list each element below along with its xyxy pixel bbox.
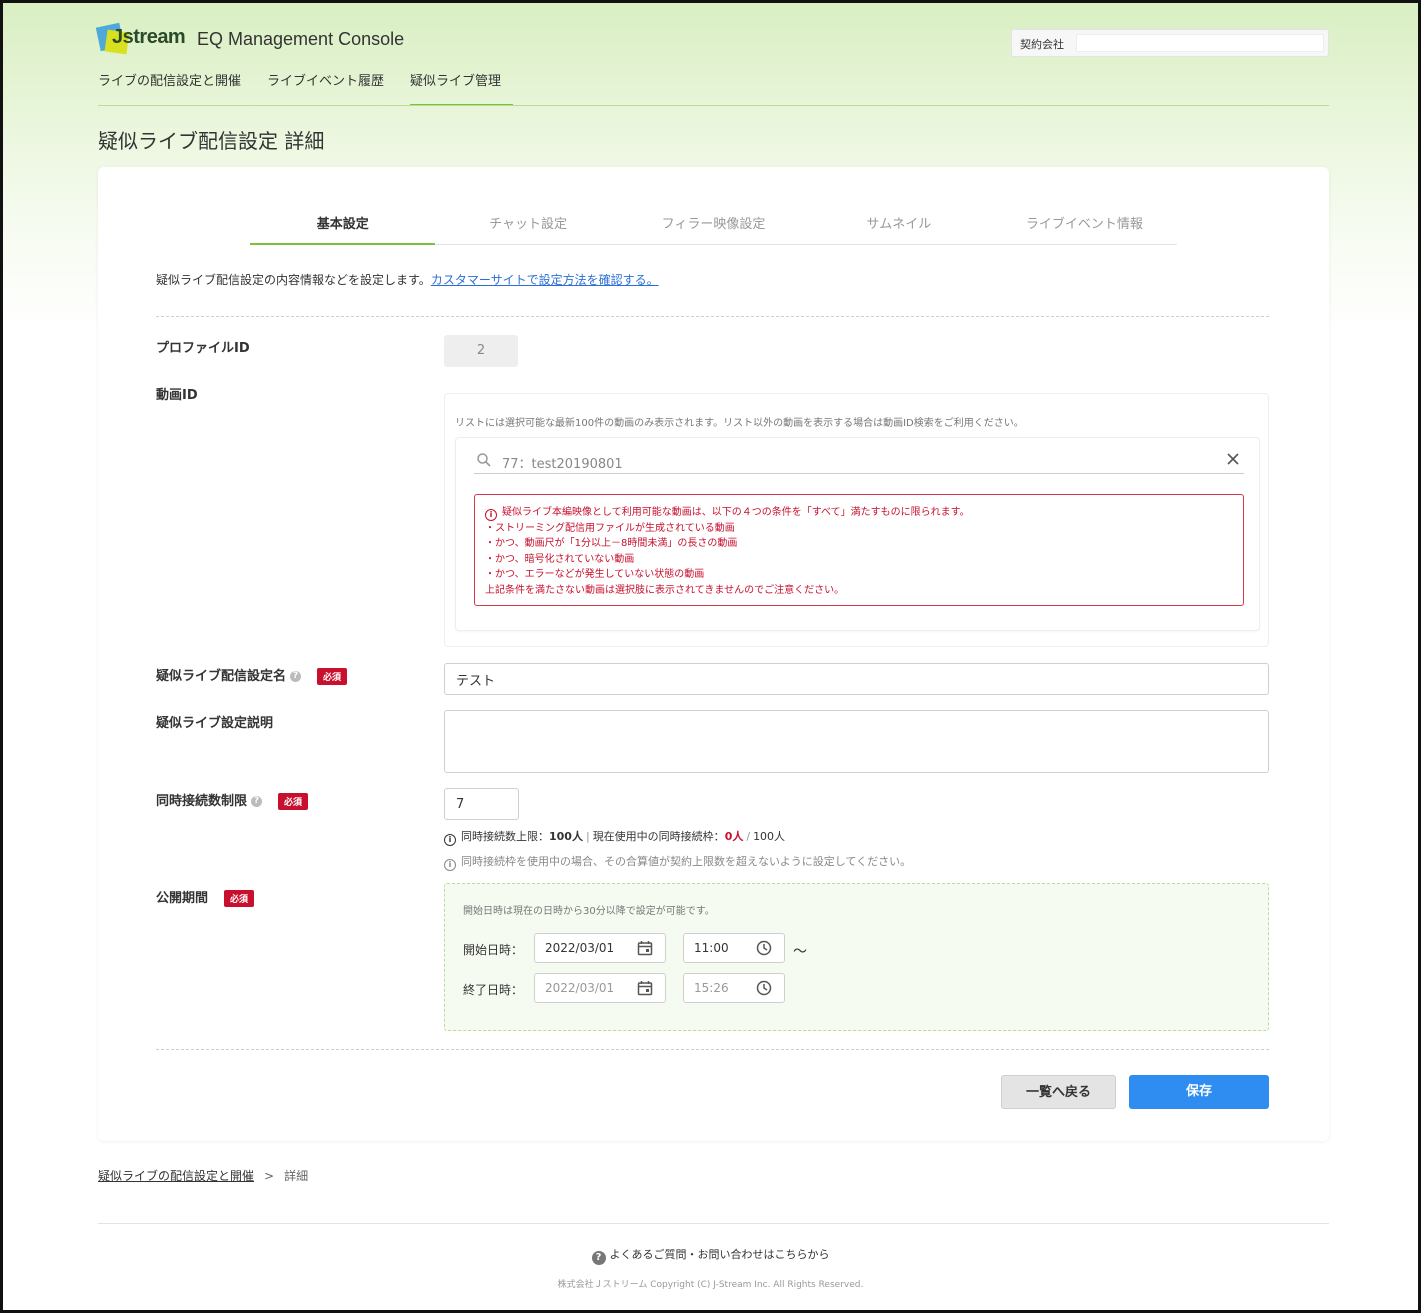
clear-icon[interactable]: [1226, 450, 1240, 471]
start-date-value: 2022/03/01: [545, 941, 615, 955]
info-slash: /: [746, 830, 751, 843]
publish-period-label-text: 公開期間: [156, 891, 209, 906]
warning-line: 上記条件を満たさない動画は選択肢に表示されてきませんのでご注意ください。: [485, 584, 845, 596]
help-icon[interactable]: ?: [290, 671, 302, 682]
breadcrumb-link-pseudo-live[interactable]: 疑似ライブの配信設定と開催: [98, 1169, 254, 1183]
current-usage-value: 0人: [724, 830, 744, 843]
customer-site-link[interactable]: カスタマーサイトで設定方法を確認する。: [431, 273, 659, 287]
settings-card: 基本設定 チャット設定 フィラー映像設定 サムネイル ライブイベント情報 疑似ラ…: [98, 167, 1329, 1141]
warning-line: ・かつ、暗号化されていない動画: [485, 553, 635, 565]
back-to-list-button[interactable]: 一覧へ戻る: [1001, 1075, 1116, 1109]
contract-company-field: [1076, 34, 1324, 52]
tab-live-event-info[interactable]: ライブイベント情報: [992, 199, 1177, 244]
start-datetime-label: 開始日時：: [463, 943, 524, 957]
period-note: 開始日時は現在の日時から30分以降で設定が可能です。: [463, 906, 715, 917]
contract-company-label: 契約会社: [1020, 38, 1064, 51]
footer-help-text: よくあるご質問・お問い合わせはこちらから: [609, 1248, 830, 1261]
warning-line: i 疑似ライブ本編映像として利用可能な動画は、以下の４つの条件を「すべて」満たすも…: [485, 505, 1233, 521]
end-datetime-label: 終了日時：: [463, 983, 524, 997]
required-badge: 必須: [224, 890, 255, 907]
concurrent-usage-info: i 同時接続数上限：100人 | 現在使用中の同時接続枠：0人/100人: [444, 828, 785, 846]
info-separator: |: [585, 830, 590, 843]
page-title: 疑似ライブ配信設定 詳細: [98, 129, 325, 153]
tab-filler[interactable]: フィラー映像設定: [621, 199, 806, 244]
publish-period-box: 開始日時は現在の日時から30分以降で設定が可能です。 開始日時： 2022/03…: [444, 883, 1269, 1031]
info-icon: i: [444, 834, 456, 846]
nav-item-live-history[interactable]: ライブイベント履歴: [267, 73, 396, 106]
section-divider-top: [156, 316, 1269, 317]
clock-icon[interactable]: [756, 940, 772, 959]
video-conditions-warning: i 疑似ライブ本編映像として利用可能な動画は、以下の４つの条件を「すべて」満たすも…: [474, 494, 1244, 606]
end-time-input[interactable]: 15:26: [683, 973, 785, 1003]
video-list-note: リストには選択可能な最新100件の動画のみ表示されます。リスト以外の動画を表示す…: [455, 418, 1024, 429]
warning-line: ・かつ、エラーなどが発生していない状態の動画: [485, 569, 705, 581]
question-icon: ?: [591, 1251, 606, 1265]
tab-basic[interactable]: 基本設定: [250, 199, 436, 245]
start-time-input[interactable]: 11:00: [683, 933, 785, 963]
main-nav: ライブの配信設定と開催 ライブイベント履歴 疑似ライブ管理: [98, 73, 527, 107]
tab-thumbnail[interactable]: サムネイル: [806, 199, 991, 244]
concurrent-limit-input[interactable]: 7: [444, 788, 519, 820]
nav-divider: [98, 105, 1329, 106]
breadcrumb: 疑似ライブの配信設定と開催 > 詳細: [98, 1167, 308, 1184]
profile-id-value: 2: [444, 335, 518, 367]
breadcrumb-separator: >: [264, 1169, 275, 1183]
publish-period-label: 公開期間 必須: [156, 887, 255, 907]
app-title: EQ Management Console: [197, 29, 405, 49]
warning-text: 疑似ライブ本編映像として利用可能な動画は、以下の４つの条件を「すべて」満たすもの…: [502, 507, 970, 518]
footer-help-link[interactable]: ? よくあるご質問・お問い合わせはこちらから: [3, 1246, 1418, 1265]
breadcrumb-current: 詳細: [284, 1169, 309, 1183]
upper-limit-label: 同時接続数上限：: [461, 830, 549, 843]
current-usage-label: 現在使用中の同時接続枠：: [592, 830, 725, 843]
copyright: 株式会社Ｊストリーム Copyright (C) J-Stream Inc. A…: [557, 1280, 864, 1290]
intro-text: 疑似ライブ配信設定の内容情報などを設定します。カスタマーサイトで設定方法を確認す…: [156, 271, 659, 288]
section-divider-bottom: [156, 1049, 1269, 1050]
video-select-panel: リストには選択可能な最新100件の動画のみ表示されます。リスト以外の動画を表示す…: [444, 393, 1269, 647]
end-date-input[interactable]: 2022/03/01: [534, 973, 666, 1003]
calendar-icon[interactable]: [637, 980, 653, 999]
upper-limit-value: 100人: [549, 830, 583, 843]
help-icon[interactable]: ?: [251, 796, 263, 807]
setting-name-label: 疑似ライブ配信設定名? 必須: [156, 665, 348, 685]
setting-description-textarea[interactable]: [444, 710, 1269, 773]
logo-text: Jstream: [112, 26, 186, 48]
warning-line: ・ストリーミング配信用ファイルが生成されている動画: [485, 523, 735, 534]
save-button[interactable]: 保存: [1129, 1075, 1269, 1109]
total-limit-value: 100人: [753, 830, 786, 843]
jstream-logo[interactable]: Jstream: [95, 21, 190, 57]
concurrent-hint: i 同時接続枠を使用中の場合、その合算値が契約上限数を超えないように設定してくださ…: [444, 853, 911, 871]
video-search-input[interactable]: 77：test20190801: [474, 446, 1244, 474]
end-time-value: 15:26: [694, 981, 729, 995]
end-date-value: 2022/03/01: [545, 981, 615, 995]
contract-company-box: 契約会社: [1011, 29, 1329, 57]
concurrent-limit-label: 同時接続数制限? 必須: [156, 790, 309, 810]
intro-description: 疑似ライブ配信設定の内容情報などを設定します。: [156, 273, 431, 287]
settings-tabs: 基本設定 チャット設定 フィラー映像設定 サムネイル ライブイベント情報: [250, 199, 1177, 245]
calendar-icon[interactable]: [637, 940, 653, 959]
info-icon: i: [444, 859, 456, 871]
tab-chat[interactable]: チャット設定: [435, 199, 620, 244]
video-id-label: 動画ID: [156, 388, 198, 403]
required-badge: 必須: [278, 793, 309, 810]
warning-info-icon: i: [485, 509, 497, 521]
start-date-input[interactable]: 2022/03/01: [534, 933, 666, 963]
warning-line: ・かつ、動画尺が「1分以上－8時間未満」の長さの動画: [485, 538, 738, 550]
setting-name-input[interactable]: テスト: [444, 663, 1269, 695]
video-select-inner: 77：test20190801 i 疑似ライブ本編映像として利用可能な動画は、以下…: [455, 437, 1260, 631]
clock-icon[interactable]: [756, 980, 772, 999]
search-icon: [476, 452, 492, 472]
video-search-value: 77：test20190801: [502, 457, 623, 472]
concurrent-limit-label-text: 同時接続数制限: [156, 794, 248, 809]
footer-divider: [98, 1223, 1329, 1224]
start-time-value: 11:00: [694, 941, 729, 955]
profile-id-label: プロファイルID: [156, 341, 250, 356]
period-tilde: ～: [793, 944, 807, 960]
setting-description-label: 疑似ライブ設定説明: [156, 716, 274, 731]
required-badge: 必須: [317, 668, 348, 685]
nav-item-pseudo-live[interactable]: 疑似ライブ管理: [410, 73, 514, 106]
concurrent-hint-text: 同時接続枠を使用中の場合、その合算値が契約上限数を超えないように設定してください…: [461, 855, 912, 868]
nav-item-live-settings[interactable]: ライブの配信設定と開催: [98, 73, 253, 106]
app-frame: Jstream EQ Management Console 契約会社 ライブの配…: [0, 0, 1421, 1313]
setting-name-label-text: 疑似ライブ配信設定名: [156, 669, 287, 684]
